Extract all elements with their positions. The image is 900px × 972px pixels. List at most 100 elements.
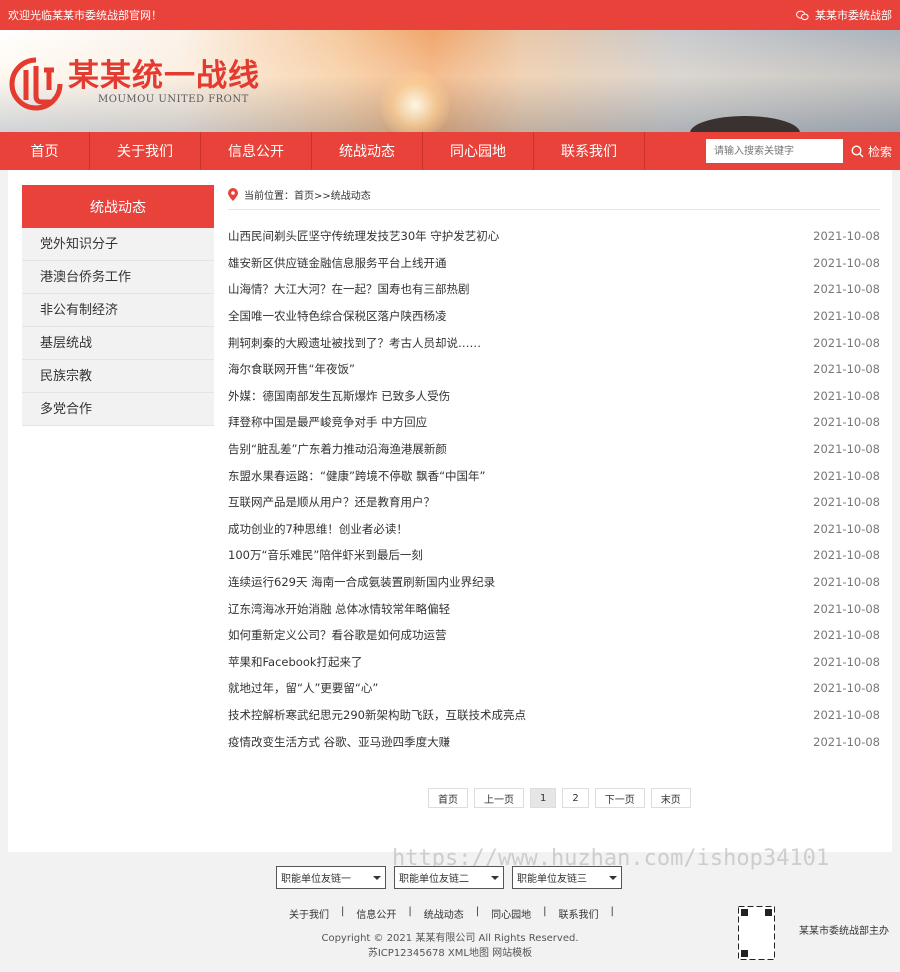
news-date: 2021-10-08 [813,335,880,350]
news-title[interactable]: 山西民间剃头匠坚守传统理发技艺30年 守护发艺初心 [228,228,499,244]
news-row[interactable]: 拜登称中国是最严峻竞争对手 中方回应 2021-10-08 [228,409,880,436]
sidebar-list: 党外知识分子 港澳台侨务工作 非公有制经济 基层统战 民族宗教 多党合作 [22,228,214,426]
top-bar: 欢迎光临某某市委统战部官网！ 某某市委统战部 [0,0,900,30]
search-button[interactable]: 检索 [851,143,892,160]
sidebar-item-ethnic-religion[interactable]: 民族宗教 [22,360,214,393]
news-date: 2021-10-08 [813,388,880,403]
news-row[interactable]: 如何重新定义公司？看谷歌是如何成功运营 2021-10-08 [228,622,880,649]
friend-link-select-2[interactable]: 职能单位友链二 [394,866,504,889]
nav-item-info[interactable]: 信息公开 [201,132,312,170]
friend-link-select-3-value: 职能单位友链三 [517,874,587,885]
sidebar-item-intellectuals[interactable]: 党外知识分子 [22,228,214,261]
chevron-down-icon [491,875,499,880]
news-title[interactable]: 雄安新区供应链金融信息服务平台上线开通 [228,255,447,271]
nav-item-contact[interactable]: 联系我们 [534,132,645,170]
search-input[interactable] [705,139,843,163]
sidebar-item-private-economy[interactable]: 非公有制经济 [22,294,214,327]
news-row[interactable]: 外媒：德国南部发生瓦斯爆炸 已致多人受伤 2021-10-08 [228,383,880,410]
news-row[interactable]: 辽东湾海冰开始消融 总体冰情较常年略偏轻 2021-10-08 [228,595,880,622]
footer-link-contact[interactable]: 联系我们 [559,906,599,921]
news-date: 2021-10-08 [813,601,880,616]
news-date: 2021-10-08 [813,309,880,324]
news-date: 2021-10-08 [813,707,880,722]
news-row[interactable]: 海尔食联网开售“年夜饭” 2021-10-08 [228,356,880,383]
news-title[interactable]: 如何重新定义公司？看谷歌是如何成功运营 [228,627,447,643]
news-list: 山西民间剃头匠坚守传统理发技艺30年 守护发艺初心 2021-10-08 雄安新区供… [228,223,880,755]
news-date: 2021-10-08 [813,255,880,270]
logo-subtitle: MOUMOU UNITED FRONT [98,94,249,105]
news-title[interactable]: 就地过年，留“人”更要留“心” [228,680,378,696]
search-button-label: 检索 [867,144,892,159]
news-title[interactable]: 苹果和Facebook打起来了 [228,654,363,670]
news-row[interactable]: 技术控解析寒武纪思元290新架构助飞跃，互联技术成亮点 2021-10-08 [228,702,880,729]
friend-link-select-3[interactable]: 职能单位友链三 [512,866,622,889]
sidebar-item-grassroots[interactable]: 基层统战 [22,327,214,360]
news-title[interactable]: 成功创业的7种思维！创业者必读！ [228,521,408,537]
news-date: 2021-10-08 [813,362,880,377]
footer-link-garden[interactable]: 同心园地 [491,906,531,921]
footer-link-news[interactable]: 统战动态 [424,906,464,921]
news-row[interactable]: 全国唯一农业特色综合保税区落户陕西杨凌 2021-10-08 [228,303,880,330]
news-row[interactable]: 成功创业的7种思维！创业者必读！ 2021-10-08 [228,516,880,543]
news-date: 2021-10-08 [813,521,880,536]
friend-link-select-1[interactable]: 职能单位友链一 [276,866,386,889]
news-date: 2021-10-08 [813,495,880,510]
news-row[interactable]: 100万“音乐难民”陪伴虾米到最后一刻 2021-10-08 [228,542,880,569]
news-row[interactable]: 荆轲刺秦的大殿遗址被找到了？考古人员却说…… 2021-10-08 [228,329,880,356]
news-title[interactable]: 辽东湾海冰开始消融 总体冰情较常年略偏轻 [228,601,450,617]
news-date: 2021-10-08 [813,442,880,457]
sidebar-item-multiparty[interactable]: 多党合作 [22,393,214,426]
news-title[interactable]: 互联网产品是顺从用户？还是教育用户？ [228,494,435,510]
news-title[interactable]: 疫情改变生活方式 谷歌、亚马逊四季度大赚 [228,734,450,750]
news-title[interactable]: 海尔食联网开售“年夜饭” [228,361,355,377]
footer-link-about[interactable]: 关于我们 [289,906,329,921]
topbar-right[interactable]: 某某市委统战部 [796,7,892,23]
site-logo[interactable]: 某某统一战线 MOUMOU UNITED FRONT [8,56,260,112]
news-row[interactable]: 苹果和Facebook打起来了 2021-10-08 [228,649,880,676]
content-area: 当前位置：首页>>统战动态 山西民间剃头匠坚守传统理发技艺30年 守护发艺初心 2… [228,180,880,755]
footer-link-info[interactable]: 信息公开 [356,906,396,921]
sidebar-item-overseas[interactable]: 港澳台侨务工作 [22,261,214,294]
logo-emblem-icon [9,57,63,111]
news-title[interactable]: 连续运行629天 海南一合成氨装置刷新国内业界纪录 [228,574,495,590]
search-icon [851,144,864,157]
nav-item-about[interactable]: 关于我们 [90,132,201,170]
news-row[interactable]: 东盟水果春运路：“健康”跨境不停歇 飘香“中国年” 2021-10-08 [228,462,880,489]
news-row[interactable]: 连续运行629天 海南一合成氨装置刷新国内业界纪录 2021-10-08 [228,569,880,596]
news-title[interactable]: 全国唯一农业特色综合保税区落户陕西杨凌 [228,308,447,324]
banner-sun [380,70,450,132]
news-title[interactable]: 拜登称中国是最严峻竞争对手 中方回应 [228,414,427,430]
nav-item-home[interactable]: 首页 [0,132,90,170]
pager-page-2[interactable]: 2 [562,788,589,808]
pager-page-1[interactable]: 1 [530,788,557,808]
news-row[interactable]: 告别“脏乱差”广东着力推动沿海渔港展新颜 2021-10-08 [228,436,880,463]
news-title[interactable]: 东盟水果春运路：“健康”跨境不停歇 飘香“中国年” [228,468,485,484]
news-date: 2021-10-08 [813,548,880,563]
news-date: 2021-10-08 [813,415,880,430]
news-date: 2021-10-08 [813,468,880,483]
news-title[interactable]: 荆轲刺秦的大殿遗址被找到了？考古人员却说…… [228,335,481,351]
news-title[interactable]: 山海情？大江大河？在一起？国寿也有三部热剧 [228,281,470,297]
news-row[interactable]: 山海情？大江大河？在一起？国寿也有三部热剧 2021-10-08 [228,276,880,303]
news-row[interactable]: 雄安新区供应链金融信息服务平台上线开通 2021-10-08 [228,250,880,277]
pager-first[interactable]: 首页 [428,788,468,808]
news-date: 2021-10-08 [813,654,880,669]
nav-item-garden[interactable]: 同心园地 [423,132,534,170]
logo-title: 某某统一战线 [68,58,260,94]
news-date: 2021-10-08 [813,229,880,244]
news-title[interactable]: 外媒：德国南部发生瓦斯爆炸 已致多人受伤 [228,388,450,404]
news-row[interactable]: 山西民间剃头匠坚守传统理发技艺30年 守护发艺初心 2021-10-08 [228,223,880,250]
news-title[interactable]: 100万“音乐难民”陪伴虾米到最后一刻 [228,547,423,563]
news-title[interactable]: 技术控解析寒武纪思元290新架构助飞跃，互联技术成亮点 [228,707,526,723]
pager-prev[interactable]: 上一页 [474,788,524,808]
news-row[interactable]: 互联网产品是顺从用户？还是教育用户？ 2021-10-08 [228,489,880,516]
friend-link-select-2-value: 职能单位友链二 [399,874,469,885]
news-row[interactable]: 疫情改变生活方式 谷歌、亚马逊四季度大赚 2021-10-08 [228,728,880,755]
chevron-down-icon [373,875,381,880]
news-title[interactable]: 告别“脏乱差”广东着力推动沿海渔港展新颜 [228,441,447,457]
pager-last[interactable]: 末页 [650,788,691,808]
nav-item-news[interactable]: 统战动态 [312,132,423,170]
news-row[interactable]: 就地过年，留“人”更要留“心” 2021-10-08 [228,675,880,702]
pager-next[interactable]: 下一页 [594,788,645,808]
news-date: 2021-10-08 [813,575,880,590]
